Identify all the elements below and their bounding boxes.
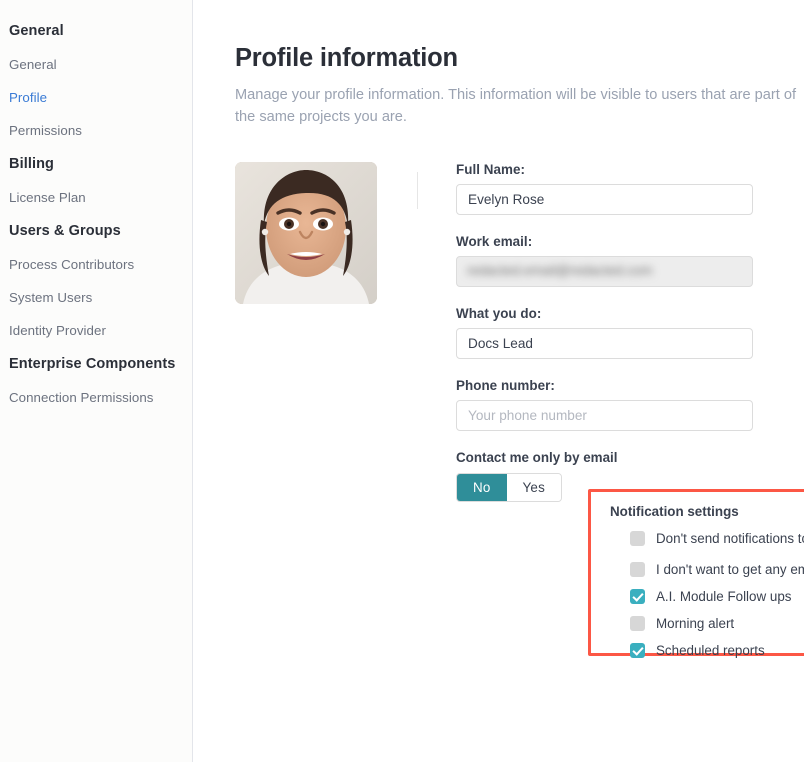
phone-number-label: Phone number:	[456, 378, 555, 394]
checkbox-checked-icon[interactable]	[630, 643, 645, 658]
notification-checkbox-row[interactable]: Don't send notifications to slack bot	[630, 525, 804, 552]
contact-toggle-group: No Yes	[456, 473, 562, 503]
checkbox-checked-icon[interactable]	[630, 589, 645, 604]
notification-checkbox-label: A.I. Module Follow ups	[656, 589, 792, 604]
notification-checkbox-label: I don't want to get any emails from Tonk…	[656, 562, 804, 577]
sidebar-group-title: Users & Groups	[9, 223, 121, 239]
contact-toggle-label: Contact me only by email	[456, 450, 618, 466]
sidebar-item-profile[interactable]: Profile	[0, 81, 192, 114]
phone-number-input[interactable]	[456, 400, 753, 432]
sidebar-group-title: General	[9, 23, 64, 39]
notification-settings-title: Notification settings	[610, 504, 739, 519]
vertical-divider	[417, 172, 418, 210]
what-you-do-label: What you do:	[456, 306, 542, 322]
profile-form: Full Name: Work email: redacted.email@re…	[456, 162, 753, 503]
full-name-label: Full Name:	[456, 162, 525, 178]
profile-main-panel: Profile information Manage your profile …	[193, 0, 804, 762]
checkbox-unchecked-icon[interactable]	[630, 531, 645, 546]
work-email-input	[456, 256, 753, 288]
full-name-input[interactable]	[456, 184, 753, 216]
contact-toggle-yes[interactable]: Yes	[506, 474, 561, 502]
sidebar-item-identity-provider[interactable]: Identity Provider	[0, 314, 192, 347]
work-email-wrapper: redacted.email@redacted.com	[456, 256, 753, 288]
sidebar-item-permissions[interactable]: Permissions	[0, 114, 192, 147]
checkbox-unchecked-icon[interactable]	[630, 616, 645, 631]
sidebar-group-title: Billing	[9, 156, 54, 172]
settings-sidebar: General General Profile Permissions Billing L…	[0, 0, 193, 762]
notification-checkbox-label: Morning alert	[656, 616, 735, 631]
sidebar-item-general[interactable]: General	[0, 48, 192, 81]
notification-checkbox-row[interactable]: Morning alert	[630, 610, 804, 637]
notification-checkbox-row[interactable]: Scheduled reports	[630, 637, 804, 664]
sidebar-item-system-users[interactable]: System Users	[0, 281, 192, 314]
what-you-do-input[interactable]	[456, 328, 753, 360]
sidebar-item-connection-permissions[interactable]: Connection Permissions	[0, 381, 192, 414]
page-subtitle: Manage your profile information. This in…	[235, 87, 797, 125]
work-email-label: Work email:	[456, 234, 533, 250]
notification-checkbox-label: Don't send notifications to slack bot	[656, 531, 804, 546]
avatar[interactable]	[235, 162, 377, 305]
page-title: Profile information	[235, 44, 458, 72]
settings-page: General General Profile Permissions Billing L…	[0, 0, 804, 762]
sidebar-group-title: Enterprise Components	[9, 356, 176, 372]
profile-content-row: Full Name: Work email: redacted.email@re…	[235, 162, 804, 503]
checkbox-unchecked-icon[interactable]	[630, 562, 645, 577]
notification-checkbox-row[interactable]: A.I. Module Follow ups	[630, 583, 804, 610]
sidebar-item-license-plan[interactable]: License Plan	[0, 181, 192, 214]
notification-checkbox-row[interactable]: I don't want to get any emails from Tonk…	[630, 556, 804, 583]
avatar-column	[235, 162, 377, 305]
contact-toggle-no[interactable]: No	[457, 474, 507, 502]
sidebar-item-process-contributors[interactable]: Process Contributors	[0, 248, 192, 281]
notification-settings-section: Notification settings Don't send notific…	[588, 489, 804, 658]
notification-checkbox-label: Scheduled reports	[656, 643, 765, 658]
